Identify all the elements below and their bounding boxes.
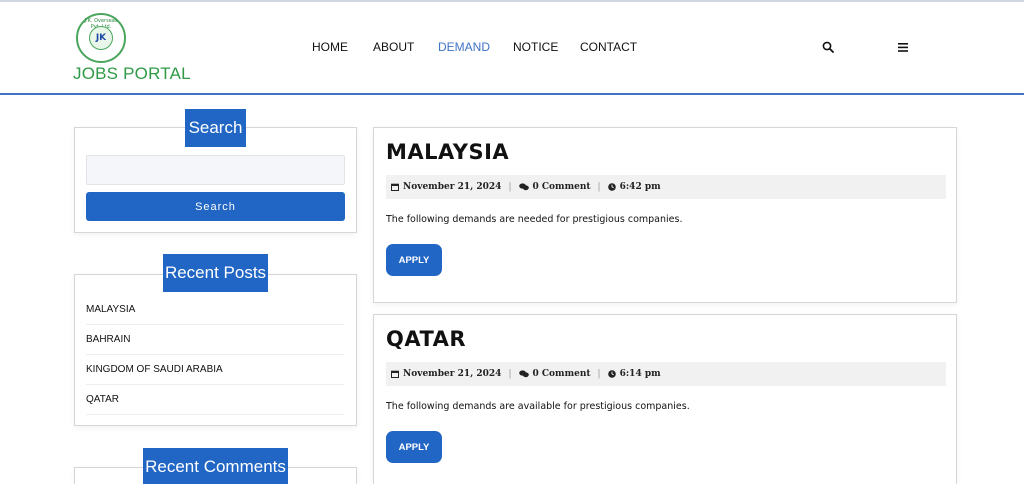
comments-icon — [518, 370, 529, 378]
meta-separator: | — [597, 369, 601, 379]
recent-post-link[interactable]: BAHRAIN — [86, 325, 344, 355]
recent-post-link[interactable]: QATAR — [86, 385, 344, 415]
clock-icon — [607, 183, 616, 191]
comments-icon — [518, 183, 529, 191]
post-date: November 21, 2024 — [391, 369, 501, 379]
post-date-text: November 21, 2024 — [403, 182, 502, 192]
post-time-text: 6:14 pm — [619, 369, 661, 379]
search-widget-title: Search — [185, 109, 246, 147]
post-date-text: November 21, 2024 — [403, 369, 502, 379]
recent-post-link[interactable]: MALAYSIA — [86, 295, 344, 325]
search-button[interactable]: Search — [86, 192, 345, 221]
post-meta: November 21, 2024 | 0 Comment | 6:14 pm — [386, 362, 946, 386]
calendar-icon — [391, 370, 399, 378]
apply-button[interactable]: APPLY — [386, 244, 442, 276]
site-header: J.K. Overseas Pvt. Ltd. JK JOBS PORTAL H… — [0, 2, 1024, 95]
meta-separator: | — [597, 182, 601, 192]
apply-button[interactable]: APPLY — [386, 431, 442, 463]
post-date: November 21, 2024 — [391, 182, 501, 192]
post-meta: November 21, 2024 | 0 Comment | 6:42 pm — [386, 175, 946, 199]
hamburger-menu-icon[interactable] — [898, 40, 914, 56]
post-card: QATAR November 21, 2024 | 0 Comment | 6:… — [373, 314, 957, 484]
post-comments-text: 0 Comment — [532, 182, 591, 192]
post-comments[interactable]: 0 Comment — [518, 369, 591, 379]
nav-contact[interactable]: CONTACT — [580, 40, 637, 54]
meta-separator: | — [508, 182, 512, 192]
main-navigation: HOME ABOUT DEMAND NOTICE CONTACT — [0, 2, 1024, 95]
post-time: 6:14 pm — [607, 369, 661, 379]
search-input[interactable] — [86, 155, 345, 185]
nav-demand[interactable]: DEMAND — [438, 40, 490, 54]
clock-icon — [607, 370, 616, 378]
post-excerpt: The following demands are available for … — [386, 401, 690, 412]
recent-comments-title: Recent Comments — [143, 448, 288, 484]
recent-post-link[interactable]: KINGDOM OF SAUDI ARABIA — [86, 355, 344, 385]
post-time: 6:42 pm — [607, 182, 661, 192]
nav-notice[interactable]: NOTICE — [513, 40, 558, 54]
nav-about[interactable]: ABOUT — [373, 40, 414, 54]
search-icon[interactable] — [822, 40, 838, 56]
post-comments[interactable]: 0 Comment — [518, 182, 591, 192]
post-card: MALAYSIA November 21, 2024 | 0 Comment |… — [373, 127, 957, 303]
post-title[interactable]: MALAYSIA — [386, 140, 509, 164]
post-title[interactable]: QATAR — [386, 327, 466, 351]
nav-home[interactable]: HOME — [312, 40, 348, 54]
meta-separator: | — [508, 369, 512, 379]
recent-posts-title: Recent Posts — [163, 254, 268, 292]
post-excerpt: The following demands are needed for pre… — [386, 214, 683, 225]
calendar-icon — [391, 183, 399, 191]
post-time-text: 6:42 pm — [619, 182, 661, 192]
recent-posts-list: MALAYSIA BAHRAIN KINGDOM OF SAUDI ARABIA… — [86, 295, 344, 415]
post-comments-text: 0 Comment — [532, 369, 591, 379]
